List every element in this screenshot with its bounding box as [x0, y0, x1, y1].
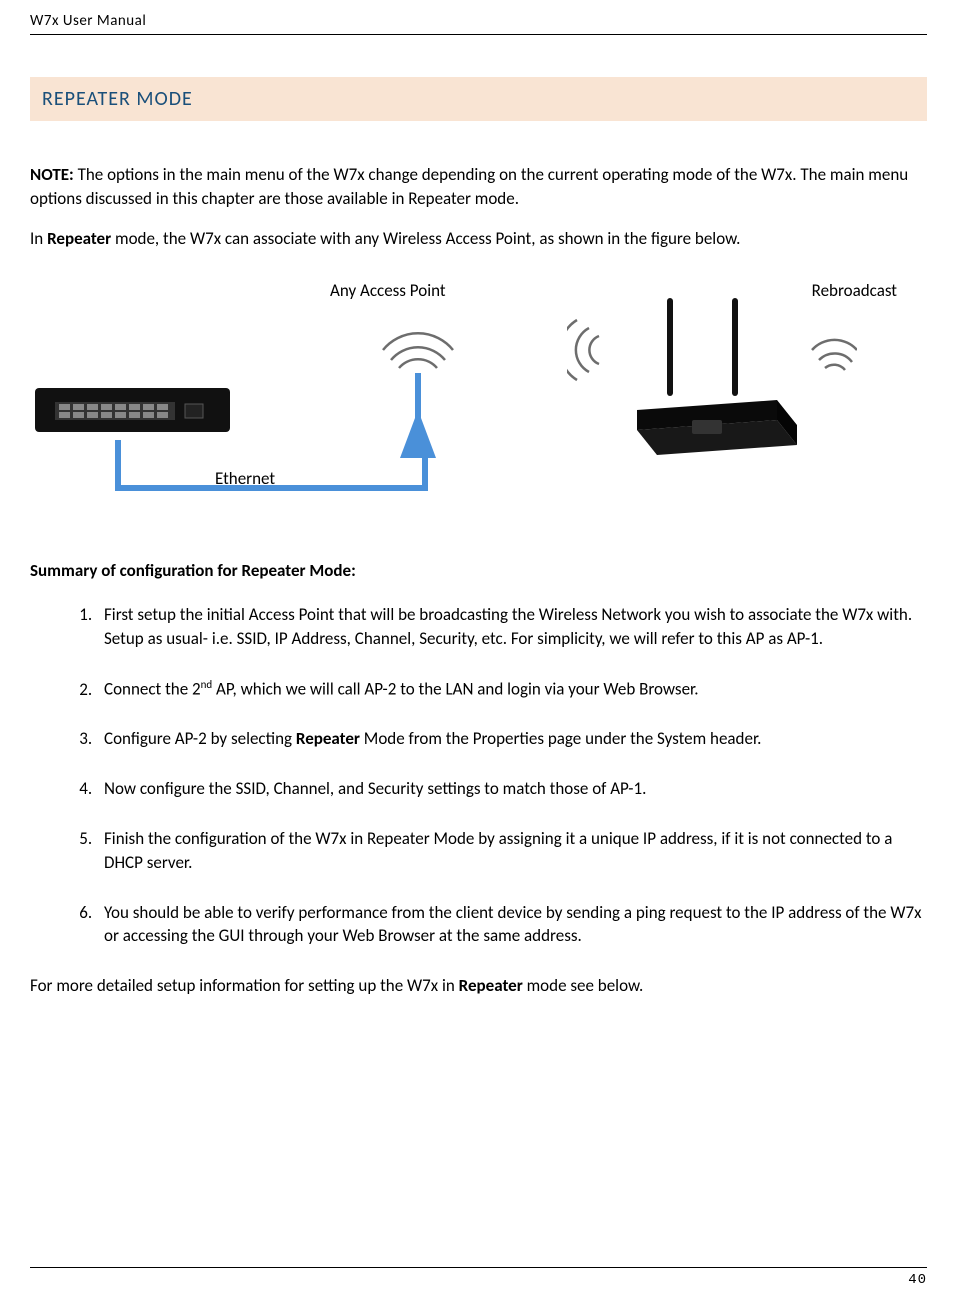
- step-3a: Configure AP-2 by selecting: [104, 728, 296, 749]
- ethernet-line: [105, 440, 445, 500]
- step-5: Finish the configuration of the W7x in R…: [96, 827, 927, 875]
- intro-part2: mode, the W7x can associate with any Wir…: [111, 228, 740, 249]
- access-point-label: Any Access Point: [330, 280, 446, 301]
- note-prefix: NOTE:: [30, 164, 74, 185]
- page-number: 40: [908, 1272, 927, 1288]
- step-4: Now configure the SSID, Channel, and Sec…: [96, 777, 927, 801]
- step-2a: Connect the 2: [104, 679, 201, 700]
- note-text: The options in the main menu of the W7x …: [30, 164, 908, 209]
- intro-bold: Repeater: [47, 228, 111, 249]
- configuration-steps: First setup the initial Access Point tha…: [30, 603, 927, 948]
- closing-bold: Repeater: [459, 975, 523, 996]
- network-diagram: Any Access Point Rebroadcast Ethernet: [30, 280, 927, 520]
- page-footer: 40: [30, 1267, 927, 1288]
- step-2: Connect the 2nd AP, which we will call A…: [96, 677, 927, 701]
- step-3: Configure AP-2 by selecting Repeater Mod…: [96, 727, 927, 751]
- step-1: First setup the initial Access Point tha…: [96, 603, 927, 651]
- access-point-icon: [368, 310, 468, 460]
- closing-paragraph: For more detailed setup information for …: [30, 974, 927, 998]
- section-title: REPEATER MODE: [30, 77, 927, 121]
- document-header: W7x User Manual: [30, 0, 927, 35]
- step-6: You should be able to verify performance…: [96, 901, 927, 949]
- switch-icon: [35, 380, 235, 440]
- closing-p2: mode see below.: [523, 975, 644, 996]
- intro-part1: In: [30, 228, 47, 249]
- step-3b: Mode from the Properties page under the …: [360, 728, 761, 749]
- closing-p1: For more detailed setup information for …: [30, 975, 459, 996]
- intro-paragraph: In Repeater mode, the W7x can associate …: [30, 227, 927, 251]
- step-2b: AP, which we will call AP-2 to the LAN a…: [212, 679, 698, 700]
- note-paragraph: NOTE: The options in the main menu of th…: [30, 163, 927, 211]
- w7x-device-icon: [567, 290, 857, 470]
- step-3-bold: Repeater: [296, 728, 360, 749]
- step-2-sup: nd: [201, 678, 213, 691]
- summary-heading: Summary of configuration for Repeater Mo…: [30, 560, 927, 581]
